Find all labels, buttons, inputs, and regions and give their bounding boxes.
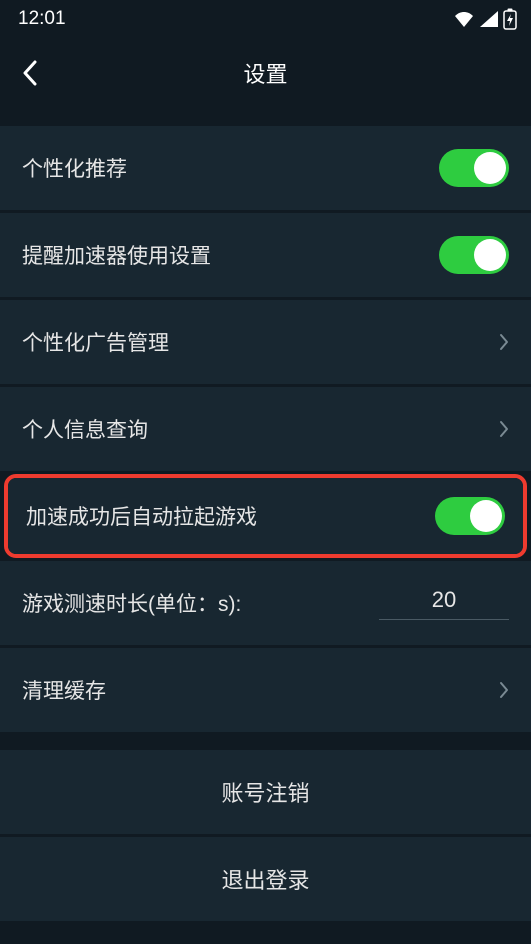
row-label: 个性化广告管理 — [22, 327, 169, 357]
action-section: 账号注销 退出登录 — [0, 750, 531, 921]
row-accelerator-reminder: 提醒加速器使用设置 — [0, 213, 531, 297]
logout-button[interactable]: 退出登录 — [0, 837, 531, 921]
page-title: 设置 — [0, 57, 531, 89]
wifi-icon — [453, 10, 475, 28]
row-label: 提醒加速器使用设置 — [22, 240, 211, 270]
toggle-personalized-recommend[interactable] — [439, 149, 509, 187]
row-personalized-ads[interactable]: 个性化广告管理 — [0, 300, 531, 384]
chevron-right-icon — [499, 420, 509, 438]
toggle-knob — [470, 500, 502, 532]
toggle-accelerator-reminder[interactable] — [439, 236, 509, 274]
row-label: 清理缓存 — [22, 675, 106, 705]
row-personalized-recommend: 个性化推荐 — [0, 126, 531, 210]
row-label: 个性化推荐 — [22, 153, 127, 183]
status-bar: 12:01 — [0, 0, 531, 38]
back-icon — [22, 60, 38, 86]
nav-bar: 设置 — [0, 38, 531, 108]
row-speed-test-duration: 游戏测速时长(单位：s): — [0, 561, 531, 645]
chevron-right-icon — [499, 333, 509, 351]
highlight-auto-launch: 加速成功后自动拉起游戏 — [4, 474, 527, 558]
status-time: 12:01 — [18, 8, 66, 30]
delete-account-button[interactable]: 账号注销 — [0, 750, 531, 834]
toggle-knob — [474, 152, 506, 184]
chevron-right-icon — [499, 681, 509, 699]
row-clear-cache[interactable]: 清理缓存 — [0, 648, 531, 732]
row-personal-info-query[interactable]: 个人信息查询 — [0, 387, 531, 471]
back-button[interactable] — [0, 38, 60, 108]
row-label: 个人信息查询 — [22, 414, 148, 444]
signal-icon — [479, 10, 499, 28]
toggle-knob — [474, 239, 506, 271]
status-icons — [453, 8, 517, 30]
battery-icon — [503, 8, 517, 30]
row-label: 游戏测速时长(单位：s): — [22, 588, 241, 618]
toggle-auto-launch-game[interactable] — [435, 497, 505, 535]
settings-list: 个性化推荐 提醒加速器使用设置 个性化广告管理 个人信息查询 加速成功后自动拉起… — [0, 126, 531, 732]
row-label: 加速成功后自动拉起游戏 — [26, 501, 257, 531]
row-auto-launch-game: 加速成功后自动拉起游戏 — [8, 478, 523, 554]
speed-test-duration-input[interactable] — [379, 587, 509, 620]
